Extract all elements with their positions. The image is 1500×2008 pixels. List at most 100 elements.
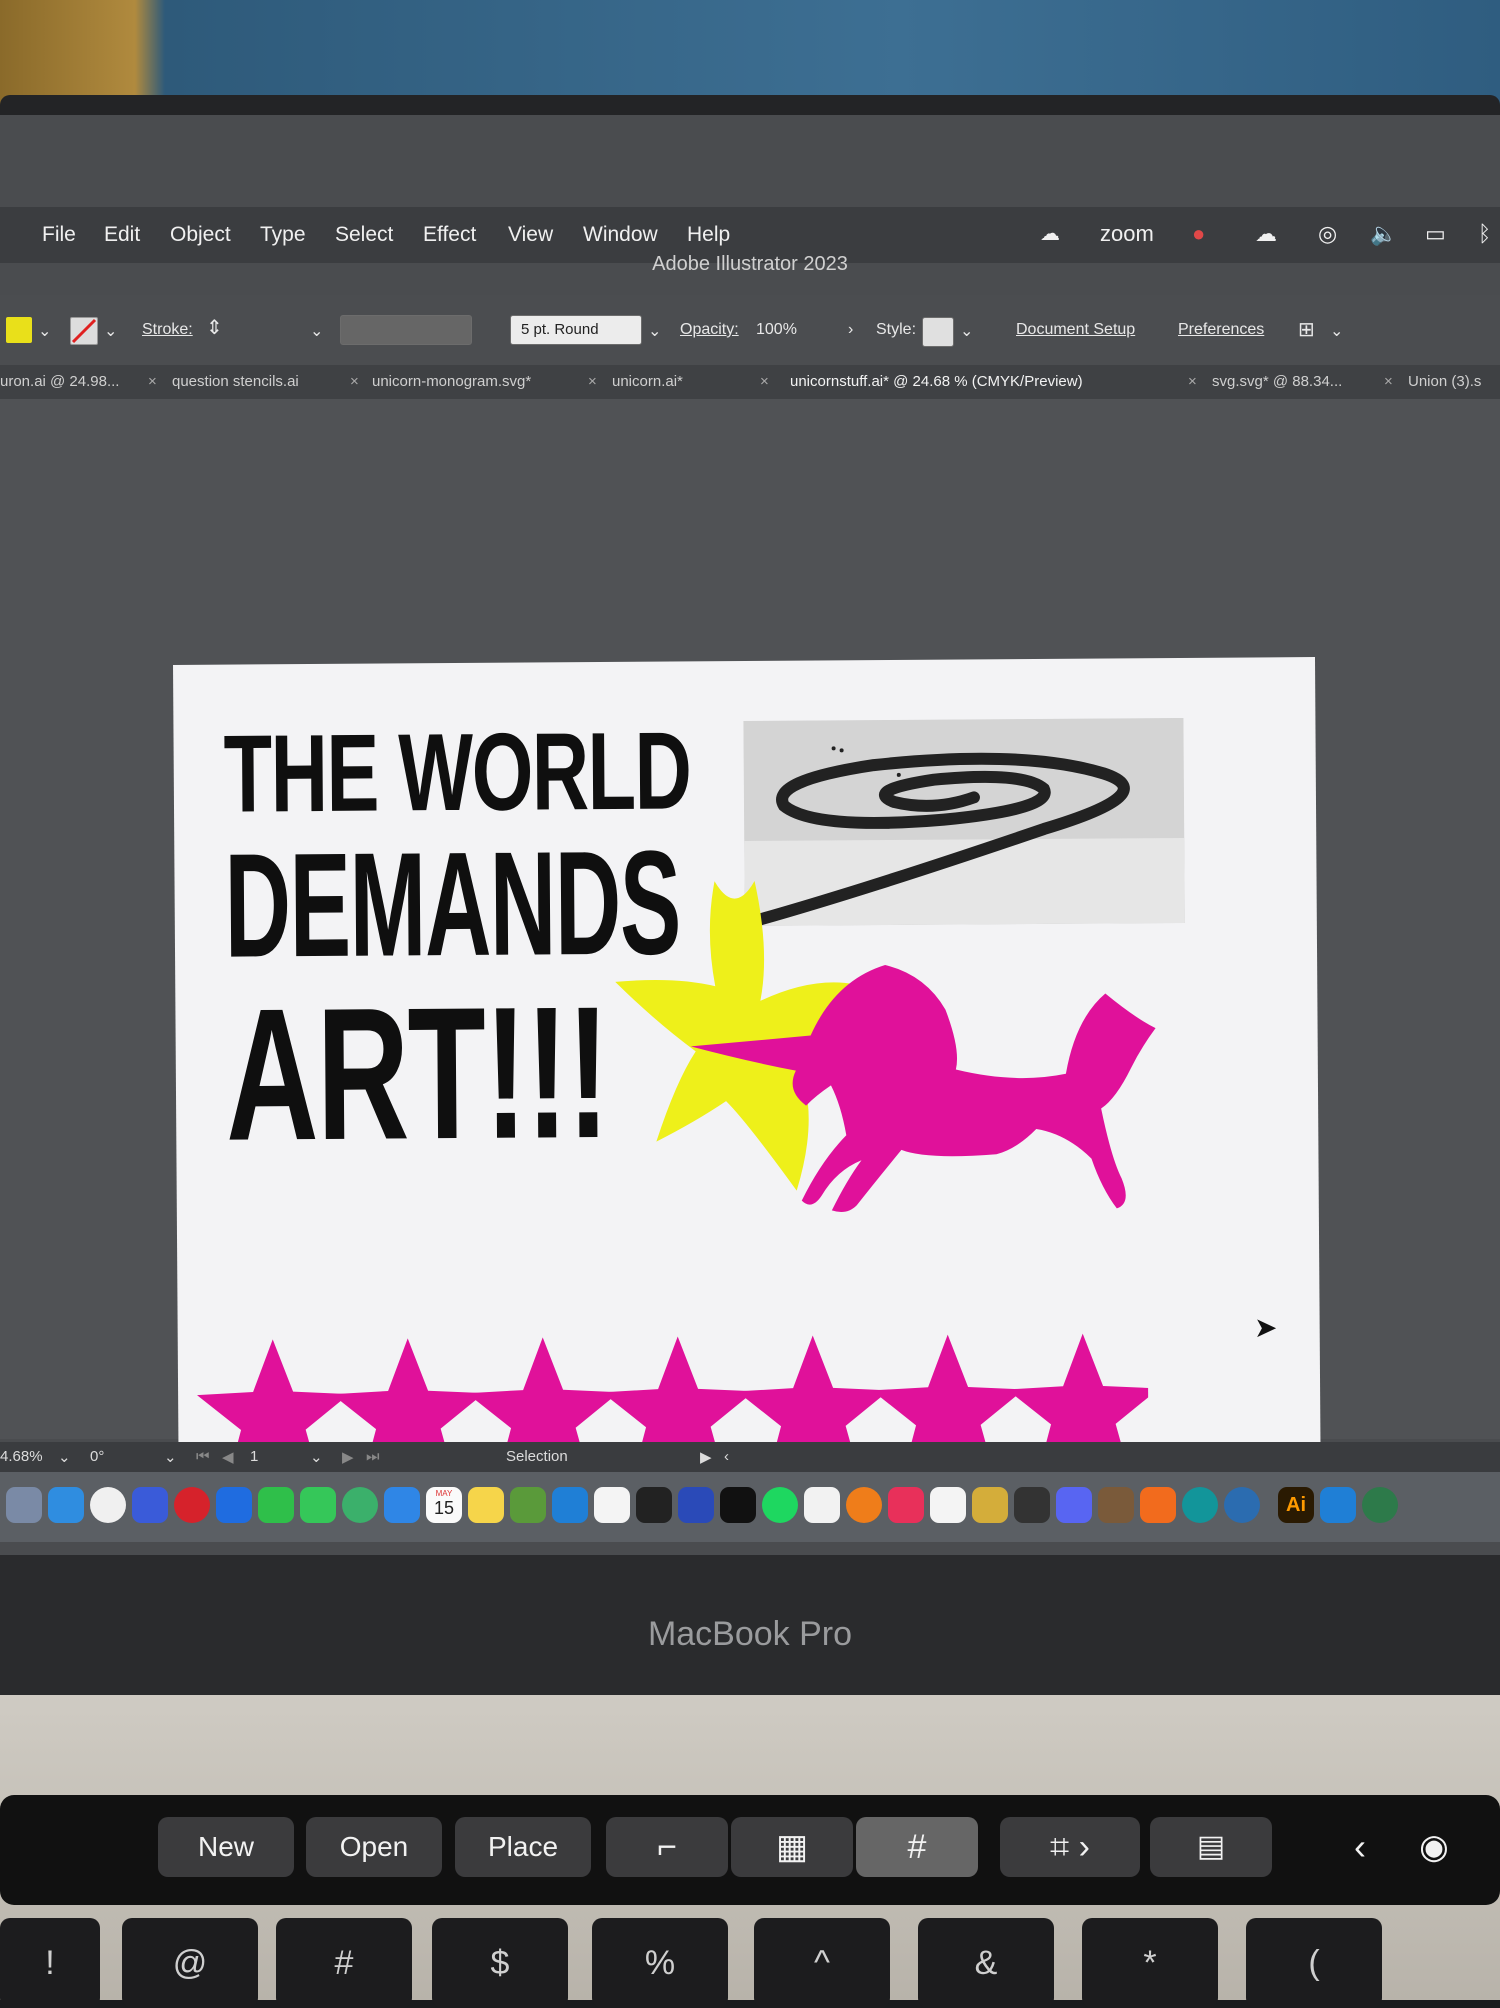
close-icon[interactable]: ×	[350, 373, 359, 390]
atom-icon[interactable]	[1362, 1487, 1398, 1523]
menu-select[interactable]: Select	[335, 223, 393, 247]
chrome-icon[interactable]	[90, 1487, 126, 1523]
document-tab-active[interactable]: unicornstuff.ai* @ 24.68 % (CMYK/Preview…	[790, 373, 1083, 390]
open-button[interactable]: Open	[306, 1817, 442, 1877]
stroke-stepper[interactable]: ⇕	[206, 315, 223, 340]
zoom-status[interactable]: zoom	[1100, 221, 1154, 247]
slack-icon[interactable]	[594, 1487, 630, 1523]
artboard-icon[interactable]: ▤	[1150, 1817, 1272, 1877]
last-artboard-icon[interactable]: ⏭	[366, 1448, 380, 1465]
finder-icon[interactable]	[6, 1487, 42, 1523]
menu-file[interactable]: File	[42, 223, 76, 247]
record-indicator-icon[interactable]: ●	[1192, 221, 1205, 247]
chevron-left-icon[interactable]: ‹	[1340, 1817, 1380, 1877]
pixel-grid-icon[interactable]: #	[856, 1817, 978, 1877]
vscode-icon[interactable]	[1320, 1487, 1356, 1523]
creative-cloud-icon[interactable]: ☁	[1040, 221, 1060, 246]
key-at[interactable]: @	[122, 1918, 258, 2008]
play-icon[interactable]: ▶	[700, 1448, 712, 1466]
chevron-down-icon[interactable]: ⌄	[1330, 321, 1343, 341]
key-asterisk[interactable]: *	[1082, 1918, 1218, 2008]
close-icon[interactable]: ×	[760, 373, 769, 390]
chevron-left-icon[interactable]: ‹	[724, 1448, 729, 1465]
pinterest-icon[interactable]	[174, 1487, 210, 1523]
cloud-icon[interactable]: ☁	[1255, 221, 1277, 247]
discord-icon[interactable]	[1056, 1487, 1092, 1523]
app-icon[interactable]	[1224, 1487, 1260, 1523]
arrange-documents-icon[interactable]: ⊞	[1298, 317, 1315, 342]
find-my-icon[interactable]	[342, 1487, 378, 1523]
close-icon[interactable]: ×	[588, 373, 597, 390]
menu-window[interactable]: Window	[583, 223, 658, 247]
menu-type[interactable]: Type	[260, 223, 306, 247]
mail-icon[interactable]	[384, 1487, 420, 1523]
zoom-level[interactable]: 4.68%	[0, 1448, 43, 1465]
new-button[interactable]: New	[158, 1817, 294, 1877]
fill-swatch[interactable]	[6, 317, 32, 343]
chevron-down-icon[interactable]: ⌄	[960, 321, 973, 341]
safari-icon[interactable]	[48, 1487, 84, 1523]
color-picker-icon[interactable]	[972, 1487, 1008, 1523]
variable-width-profile[interactable]	[340, 315, 472, 345]
key-ampersand[interactable]: &	[918, 1918, 1054, 2008]
app-icon[interactable]	[1098, 1487, 1134, 1523]
stroke-label[interactable]: Stroke:	[142, 321, 193, 339]
menu-help[interactable]: Help	[687, 223, 730, 247]
key-caret[interactable]: ^	[754, 1918, 890, 2008]
previous-artboard-icon[interactable]: ◀	[222, 1448, 234, 1466]
chevron-down-icon[interactable]: ⌄	[648, 321, 661, 341]
blender-icon[interactable]	[846, 1487, 882, 1523]
stroke-none-swatch[interactable]	[70, 317, 98, 345]
zoom-app-icon[interactable]	[216, 1487, 252, 1523]
document-tab[interactable]: Union (3).s	[1408, 373, 1481, 390]
document-tab[interactable]: uron.ai @ 24.98...	[0, 373, 119, 390]
crop-icon[interactable]: ⌗ ›	[1000, 1817, 1140, 1877]
headline-line-3[interactable]: ART!!!	[225, 967, 609, 1180]
bluetooth-icon[interactable]: ᛒ	[1478, 221, 1491, 247]
notes-icon[interactable]	[468, 1487, 504, 1523]
volume-icon[interactable]: 🔈	[1370, 221, 1397, 247]
style-swatch[interactable]	[922, 317, 954, 347]
fusion-icon[interactable]	[1140, 1487, 1176, 1523]
first-artboard-icon[interactable]: ⏮	[196, 1448, 210, 1465]
siri-icon[interactable]: ◉	[1404, 1817, 1464, 1877]
next-artboard-icon[interactable]: ▶	[342, 1448, 354, 1466]
current-tool[interactable]: Selection	[506, 1448, 568, 1465]
key-dollar[interactable]: $	[432, 1918, 568, 2008]
chevron-down-icon[interactable]: ⌄	[104, 321, 117, 341]
artboard-number[interactable]: 1	[250, 1448, 258, 1465]
creative-cloud-app-icon[interactable]	[888, 1487, 924, 1523]
document-tab[interactable]: unicorn.ai*	[612, 373, 683, 390]
rotation-value[interactable]: 0°	[90, 1448, 104, 1465]
close-icon[interactable]: ×	[1384, 373, 1393, 390]
airdrop-icon[interactable]: ◎	[1318, 221, 1337, 247]
chevron-down-icon[interactable]: ⌄	[310, 1448, 323, 1466]
key-exclamation[interactable]: !	[0, 1918, 100, 2008]
lily-and-unicorn-art[interactable]	[594, 858, 1197, 1282]
grid-icon[interactable]: ▦	[731, 1817, 853, 1877]
key-hash[interactable]: #	[276, 1918, 412, 2008]
headline-line-1[interactable]: THE WORLD	[223, 709, 690, 835]
menu-effect[interactable]: Effect	[423, 223, 476, 247]
close-icon[interactable]: ×	[148, 373, 157, 390]
chevron-right-icon[interactable]: ›	[848, 321, 853, 339]
preferences-button[interactable]: Preferences	[1178, 321, 1264, 339]
document-tab[interactable]: unicorn-monogram.svg*	[372, 373, 531, 390]
menu-object[interactable]: Object	[170, 223, 231, 247]
menu-edit[interactable]: Edit	[104, 223, 140, 247]
opacity-label[interactable]: Opacity:	[680, 321, 739, 339]
terminal-icon[interactable]	[636, 1487, 672, 1523]
canvas-area[interactable]: THE WORLD DEMANDS ART!!! ➤	[0, 399, 1500, 1525]
chevron-down-icon[interactable]: ⌄	[310, 321, 323, 341]
calendar-icon[interactable]: MAY 15	[426, 1487, 462, 1523]
app-store-icon[interactable]	[132, 1487, 168, 1523]
script-editor-icon[interactable]	[1014, 1487, 1050, 1523]
close-icon[interactable]: ×	[1188, 373, 1197, 390]
chevron-down-icon[interactable]: ⌄	[164, 1448, 177, 1466]
facetime-icon[interactable]	[258, 1487, 294, 1523]
reminders-icon[interactable]	[804, 1487, 840, 1523]
document-tab[interactable]: svg.svg* @ 88.34...	[1212, 373, 1342, 390]
opacity-value[interactable]: 100%	[756, 321, 797, 339]
key-paren-left[interactable]: (	[1246, 1918, 1382, 2008]
display-icon[interactable]: ▭	[1425, 221, 1446, 247]
